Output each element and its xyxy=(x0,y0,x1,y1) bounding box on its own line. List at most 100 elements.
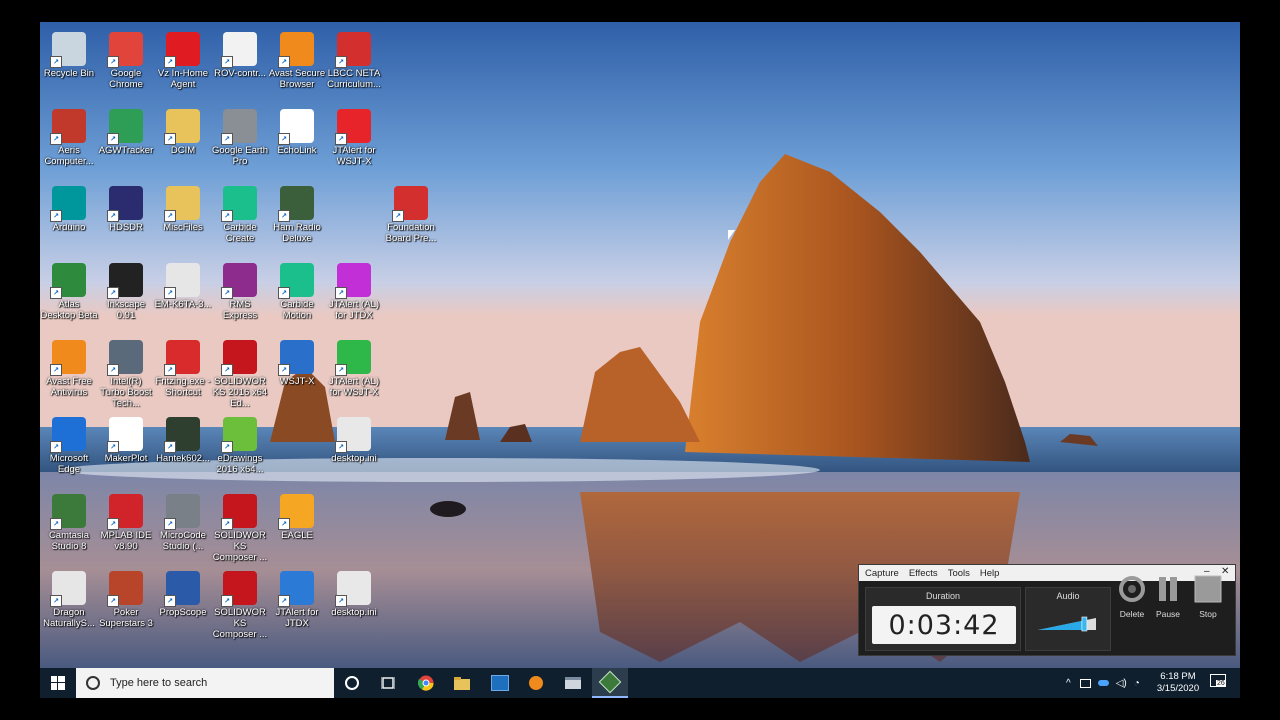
desktop-icon[interactable]: ↗ MiscFiles xyxy=(154,180,212,233)
shortcut-arrow-icon: ↗ xyxy=(50,287,62,299)
audio-level-meter[interactable] xyxy=(1036,614,1100,634)
menu-effects[interactable]: Effects xyxy=(909,568,938,579)
shortcut-arrow-icon: ↗ xyxy=(50,56,62,68)
shortcut-arrow-icon: ↗ xyxy=(278,210,290,222)
battery-icon[interactable] xyxy=(1079,678,1091,688)
desktop-icon[interactable]: ↗ EM-K6TA-3... xyxy=(154,257,212,310)
desktop-icon[interactable]: ↗ Google Chrome xyxy=(97,26,155,90)
desktop-icon[interactable]: ↗ SOLIDWORKS 2016 x64 Ed... xyxy=(211,334,269,409)
desktop-icon[interactable]: ↗ SOLIDWORKS Composer ... xyxy=(211,488,269,563)
desktop-icon[interactable]: ↗ HDSDR xyxy=(97,180,155,233)
settings-file-icon: ↗ xyxy=(335,417,371,453)
taskbar-search-box[interactable]: Type here to search xyxy=(76,668,334,698)
menu-help[interactable]: Help xyxy=(980,568,1000,579)
onedrive-icon[interactable] xyxy=(1097,680,1109,686)
desktop-icon[interactable]: ↗ Arduino xyxy=(40,180,98,233)
desktop-icon[interactable]: ↗ LBCC NETA Curriculum... xyxy=(325,26,383,90)
avast-browser-icon: ↗ xyxy=(278,32,314,68)
desktop-icon[interactable]: ↗ ROV-contr... xyxy=(211,26,269,79)
desktop-icon[interactable]: ↗ Avast Free Antivirus xyxy=(40,334,98,398)
desktop-icon[interactable]: ↗ Carbide Motion xyxy=(268,257,326,321)
desktop-icon-label: Google Earth Pro xyxy=(212,145,268,167)
menu-tools[interactable]: Tools xyxy=(948,568,970,579)
atlas-icon: ↗ xyxy=(50,263,86,299)
desktop-icon[interactable]: ↗ eDrawings 2016 x64... xyxy=(211,411,269,475)
desktop-icon-label: Inkscape 0.91 xyxy=(106,299,146,321)
desktop-icon[interactable]: ↗ JTAlert (AL) for WSJT-X xyxy=(325,334,383,398)
desktop-icon[interactable]: ↗ Camtasia Studio 8 xyxy=(40,488,98,552)
desktop-icon[interactable]: ↗ WSJT-X xyxy=(268,334,326,387)
desktop-icon[interactable]: ↗ Fritzing.exe - Shortcut xyxy=(154,334,212,398)
pause-icon xyxy=(1159,577,1177,601)
desktop-icon[interactable]: ↗ EAGLE xyxy=(268,488,326,541)
desktop-icon[interactable]: ↗ desktop.ini xyxy=(325,565,383,618)
desktop-icon[interactable]: ↗ Atlas Desktop Beta xyxy=(40,257,98,321)
action-center-button[interactable]: 26 xyxy=(1210,674,1228,690)
desktop-icon[interactable]: ↗ Avast Secure Browser xyxy=(268,26,326,90)
taskbar-app-blue[interactable] xyxy=(482,668,518,698)
wifi-icon[interactable]: ◔ xyxy=(1134,678,1140,689)
desktop-icon[interactable]: ↗ Aeris Computer... xyxy=(40,103,98,167)
desktop-icon[interactable]: ↗ EchoLink xyxy=(268,103,326,156)
shortcut-arrow-icon: ↗ xyxy=(107,441,119,453)
taskbar-app-window[interactable] xyxy=(555,668,591,698)
desktop-icon[interactable]: ↗ Recycle Bin xyxy=(40,26,98,79)
desktop-icon-label: Vz In-Home Agent xyxy=(157,68,209,90)
shortcut-arrow-icon: ↗ xyxy=(107,210,119,222)
desktop-icon[interactable]: ↗ Foundation Board Pre... xyxy=(382,180,440,244)
desktop-icon-label: HDSDR xyxy=(109,222,143,233)
edrawings-icon: ↗ xyxy=(221,417,257,453)
pause-label: Pause xyxy=(1155,609,1181,619)
stop-button[interactable]: Stop xyxy=(1191,575,1225,619)
shortcut-arrow-icon: ↗ xyxy=(335,56,347,68)
taskbar-avast-browser[interactable] xyxy=(518,668,554,698)
pause-button[interactable]: Pause xyxy=(1151,575,1185,619)
desktop-icon[interactable]: ↗ Carbide Create xyxy=(211,180,269,244)
desktop-icon-label: Fritzing.exe - Shortcut xyxy=(155,376,211,398)
desktop-icon-label: desktop.ini xyxy=(331,607,377,618)
delete-button[interactable]: Delete xyxy=(1115,575,1149,619)
document-icon: ↗ xyxy=(221,32,257,68)
propscope-icon: ↗ xyxy=(164,571,200,607)
recorder-window[interactable]: Capture Effects Tools Help – ✕ Duration … xyxy=(858,564,1236,656)
stop-label: Stop xyxy=(1199,609,1217,619)
desktop-icon[interactable]: ↗ Vz In-Home Agent xyxy=(154,26,212,90)
desktop-icon[interactable]: ↗ Inkscape 0.91 xyxy=(97,257,155,321)
cortana-button[interactable] xyxy=(334,668,370,698)
desktop-icon[interactable]: ↗ Dragon NaturallyS... xyxy=(40,565,98,629)
desktop-icon[interactable]: ↗ desktop.ini xyxy=(325,411,383,464)
desktop-icon[interactable]: ↗ JTAlert (AL) for JTDX xyxy=(325,257,383,321)
desktop-icon[interactable]: ↗ Microsoft Edge xyxy=(40,411,98,475)
tray-overflow-chevron-icon[interactable]: ^ xyxy=(1066,678,1071,689)
desktop-icon[interactable]: ↗ PropScope xyxy=(154,565,212,618)
desktop-icon[interactable]: ↗ AGWTracker xyxy=(97,103,155,156)
desktop-icon[interactable]: ↗ MakerPlot xyxy=(97,411,155,464)
desktop-icon[interactable]: ↗ Google Earth Pro xyxy=(211,103,269,167)
shortcut-arrow-icon: ↗ xyxy=(107,518,119,530)
desktop-icon[interactable]: ↗ MPLAB IDE v8.90 xyxy=(97,488,155,552)
music-note-icon: ↗ xyxy=(335,109,371,145)
desktop-icon[interactable]: ↗ Intel(R) Turbo Boost Tech... xyxy=(97,334,155,409)
duration-label: Duration xyxy=(925,591,961,601)
cortana-icon xyxy=(345,676,359,690)
menu-capture[interactable]: Capture xyxy=(865,568,899,579)
desktop-icon[interactable]: ↗ SOLIDWORKS Composer ... xyxy=(211,565,269,640)
desktop-icon[interactable]: ↗ JTAlert for WSJT-X xyxy=(325,103,383,167)
desktop-icon[interactable]: ↗ Hantek602... xyxy=(154,411,212,464)
task-view-button[interactable] xyxy=(370,668,406,698)
desktop-icon[interactable]: ↗ DCIM xyxy=(154,103,212,156)
desktop-icon[interactable]: ↗ JTAlert for JTDX xyxy=(268,565,326,629)
taskbar-file-explorer[interactable] xyxy=(444,668,480,698)
volume-icon[interactable]: ◁) xyxy=(1116,678,1127,689)
taskbar-camtasia-recorder[interactable] xyxy=(592,668,628,698)
desktop-icon[interactable]: ↗ Ham Radio Deluxe xyxy=(268,180,326,244)
desktop-icon[interactable]: ↗ MicroCode Studio (... xyxy=(154,488,212,552)
folder-icon: ↗ xyxy=(164,186,200,222)
desktop-icon[interactable]: ↗ RMS Express xyxy=(211,257,269,321)
taskbar-clock[interactable]: 6:18 PM 3/15/2020 xyxy=(1154,671,1202,695)
folder-icon: ↗ xyxy=(164,109,200,145)
desktop-icon[interactable]: ↗ Poker Superstars 3 xyxy=(97,565,155,629)
start-button[interactable] xyxy=(40,668,76,698)
music-note-icon: ↗ xyxy=(335,340,371,376)
taskbar-chrome[interactable] xyxy=(408,668,444,698)
